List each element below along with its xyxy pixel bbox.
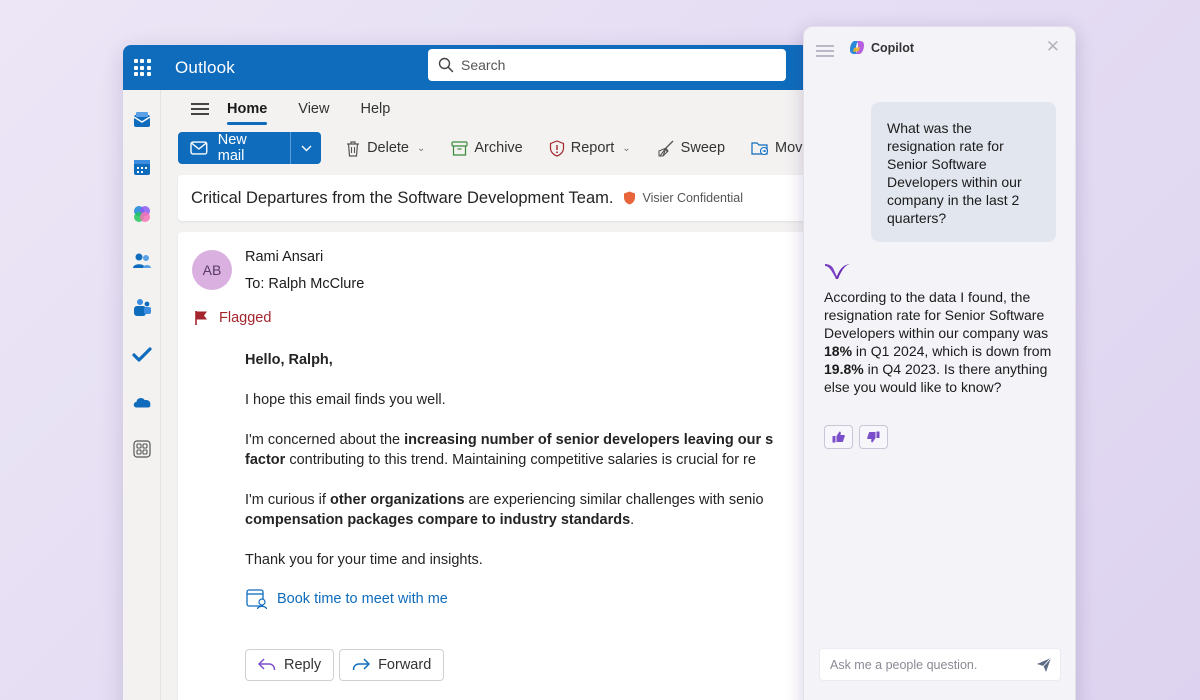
copilot-menu-icon[interactable] <box>816 42 834 60</box>
copilot-panel: Copilot ✕ What was the resignation rate … <box>803 26 1076 700</box>
flag-status-text: Flagged <box>219 310 272 326</box>
assistant-logo-icon <box>824 263 852 286</box>
shield-report-icon <box>549 139 564 157</box>
envelope-icon <box>190 141 208 155</box>
assistant-message: According to the data I found, the resig… <box>824 289 1052 395</box>
calendar-person-icon <box>246 589 268 610</box>
body-paragraph: I'm curious if other organizations are e… <box>245 492 764 528</box>
email-body: Hello, Ralph, I hope this email finds yo… <box>245 350 843 590</box>
report-button[interactable]: Report ⌄ <box>549 139 631 157</box>
forward-button[interactable]: Forward <box>339 649 445 681</box>
flag-status[interactable]: Flagged <box>194 310 271 326</box>
sensitivity-label[interactable]: Visier Confidential <box>623 191 743 205</box>
subject-bar: Critical Departures from the Software De… <box>178 175 843 221</box>
body-paragraph: I hope this email finds you well. <box>245 392 446 408</box>
folder-move-icon <box>751 142 769 156</box>
copilot-icon[interactable] <box>132 204 152 224</box>
outlook-window: Outlook Search Home View Help New mail D… <box>123 45 843 700</box>
teams-icon[interactable] <box>132 298 152 318</box>
search-placeholder: Search <box>461 57 506 73</box>
reading-pane: AB Rami Ansari To: Ralph McClure Flagged… <box>178 232 843 700</box>
sweep-label: Sweep <box>680 140 726 156</box>
report-label: Report <box>570 140 615 156</box>
hamburger-menu-icon[interactable] <box>191 100 209 118</box>
todo-icon[interactable] <box>132 345 152 365</box>
sender-name[interactable]: Rami Ansari <box>245 249 323 265</box>
chevron-down-icon[interactable]: ⌄ <box>417 143 425 154</box>
archive-icon <box>451 140 468 156</box>
sensitivity-text: Visier Confidential <box>642 191 743 205</box>
email-actions: Reply Forward <box>245 649 449 681</box>
apps-icon[interactable] <box>132 439 152 459</box>
app-title: Outlook <box>175 57 235 77</box>
ribbon-tabs: Home View Help <box>161 90 843 128</box>
delete-label: Delete <box>367 140 409 156</box>
new-mail-label: New mail <box>217 132 247 164</box>
copilot-input[interactable]: Ask me a people question. <box>819 648 1061 681</box>
forward-label: Forward <box>378 657 432 673</box>
send-icon[interactable] <box>1036 657 1052 673</box>
people-icon[interactable] <box>132 251 152 271</box>
left-rail <box>123 90 161 700</box>
reply-icon <box>258 658 276 671</box>
reply-label: Reply <box>284 657 322 673</box>
thumbs-down-icon[interactable] <box>859 425 888 449</box>
search-icon <box>438 57 454 73</box>
new-mail-button[interactable]: New mail <box>178 132 322 164</box>
forward-icon <box>352 658 371 671</box>
chevron-down-icon[interactable]: ⌄ <box>622 143 630 154</box>
trash-icon <box>347 140 360 157</box>
book-meeting-text: Book time to meet with me <box>277 591 448 607</box>
delete-button[interactable]: Delete ⌄ <box>345 140 425 157</box>
onedrive-icon[interactable] <box>132 392 152 412</box>
outlook-header: Outlook Search <box>123 45 843 90</box>
copilot-logo-icon <box>850 41 864 54</box>
tab-help[interactable]: Help <box>360 95 390 123</box>
tab-view[interactable]: View <box>298 95 329 123</box>
user-message: What was the resignation rate for Senior… <box>871 102 1056 242</box>
copilot-title: Copilot <box>871 40 915 55</box>
shield-icon <box>624 191 636 205</box>
new-mail-dropdown-chevron-icon[interactable] <box>291 132 321 164</box>
email-subject: Critical Departures from the Software De… <box>191 188 614 207</box>
search-input[interactable]: Search <box>428 49 786 81</box>
body-paragraph: Thank you for your time and insights. <box>245 552 483 568</box>
app-launcher-icon[interactable] <box>123 45 161 90</box>
body-paragraph: I'm concerned about the increasing numbe… <box>245 432 774 468</box>
thumbs-up-icon[interactable] <box>824 425 853 449</box>
archive-button[interactable]: Archive <box>451 140 523 156</box>
tab-home[interactable]: Home <box>227 95 268 125</box>
calendar-icon[interactable] <box>132 157 152 177</box>
reply-button[interactable]: Reply <box>245 649 335 681</box>
broom-icon <box>658 140 674 157</box>
copilot-brand: Copilot <box>848 39 914 56</box>
ribbon-toolbar: New mail Delete ⌄ Archive Report ⌄ Sweep… <box>178 130 843 166</box>
copilot-input-placeholder: Ask me a people question. <box>830 657 978 672</box>
mail-icon[interactable] <box>132 110 152 130</box>
sweep-button[interactable]: Sweep <box>657 140 725 157</box>
close-icon[interactable]: ✕ <box>1046 37 1060 57</box>
avatar[interactable]: AB <box>192 250 232 290</box>
book-meeting-link[interactable]: Book time to meet with me <box>246 588 448 610</box>
greeting: Hello, Ralph, <box>245 352 333 368</box>
recipient-line: To: Ralph McClure <box>245 276 365 292</box>
flag-icon <box>195 311 207 325</box>
archive-label: Archive <box>474 140 523 156</box>
feedback-buttons <box>824 425 894 449</box>
